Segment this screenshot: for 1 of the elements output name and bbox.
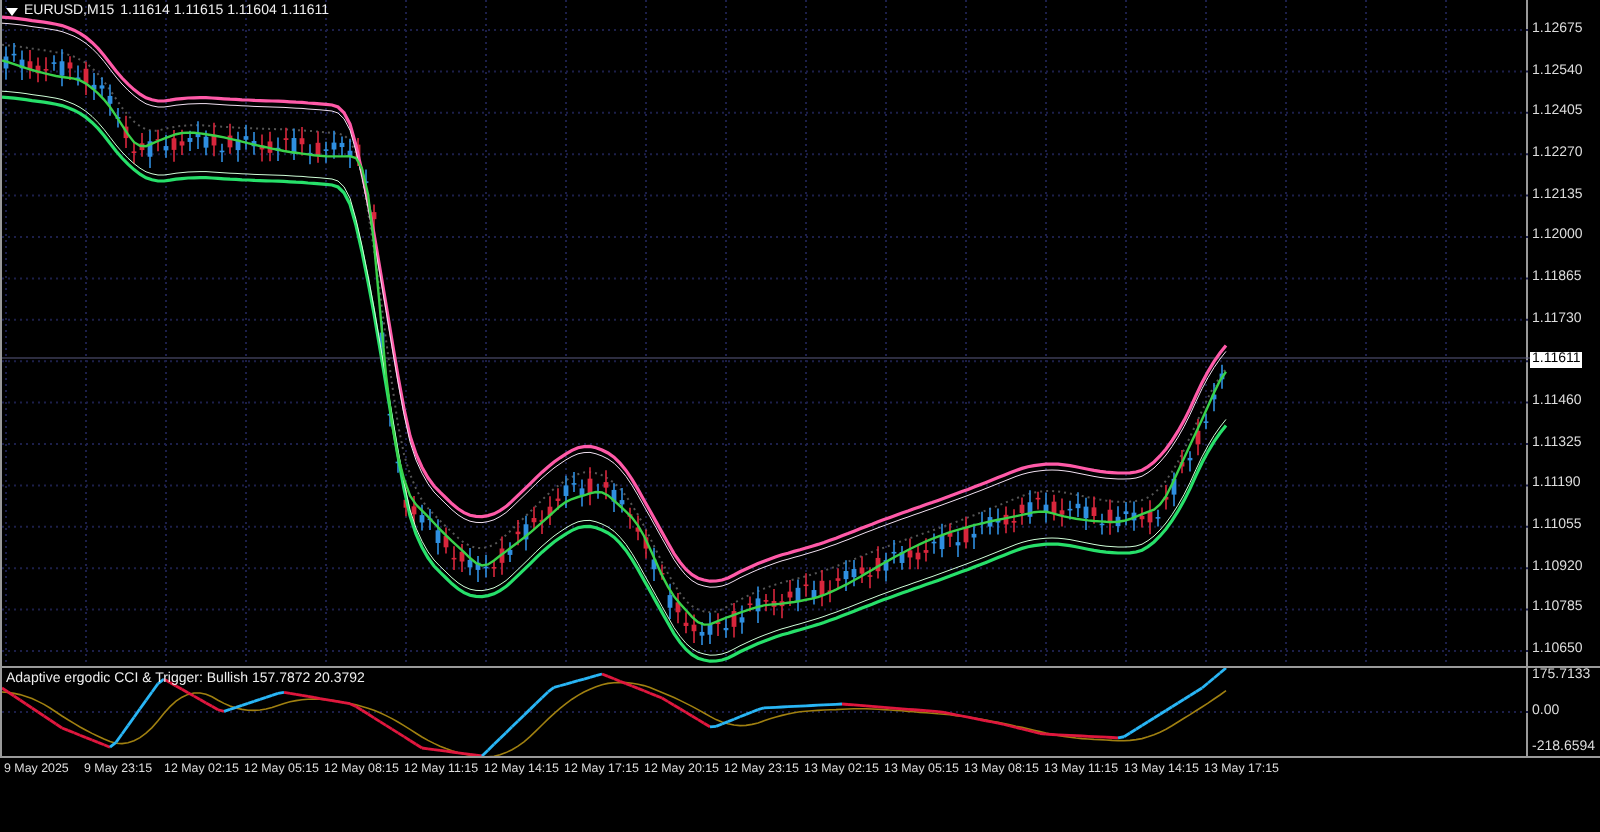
dropdown-icon[interactable] <box>6 7 18 15</box>
